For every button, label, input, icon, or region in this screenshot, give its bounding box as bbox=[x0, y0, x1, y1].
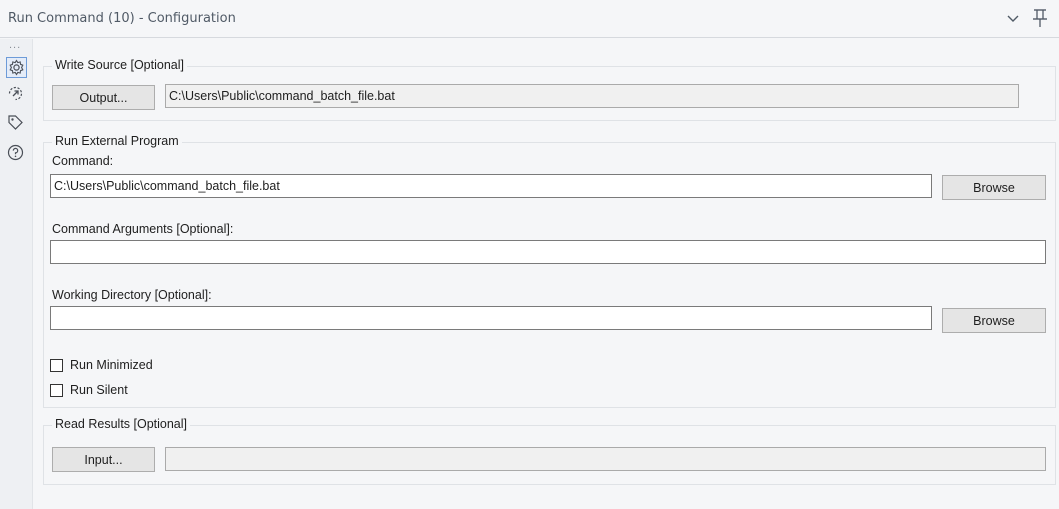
chevron-down-icon[interactable] bbox=[1006, 12, 1020, 26]
help-icon[interactable] bbox=[6, 143, 27, 164]
command-arguments-field[interactable] bbox=[50, 240, 1046, 264]
panel-header: Run Command (10) - Configuration bbox=[0, 0, 1059, 38]
command-label: Command: bbox=[52, 154, 114, 168]
gear-icon[interactable] bbox=[6, 57, 27, 78]
connection-arrow-icon[interactable] bbox=[6, 84, 27, 105]
run-minimized-label: Run Minimized bbox=[70, 358, 153, 372]
panel-title: Run Command (10) - Configuration bbox=[8, 11, 236, 26]
read-results-path-field[interactable] bbox=[165, 447, 1046, 471]
working-directory-field[interactable] bbox=[50, 306, 932, 330]
run-minimized-row[interactable]: Run Minimized bbox=[50, 357, 153, 373]
working-directory-label: Working Directory [Optional]: bbox=[52, 288, 212, 302]
more-dots-icon[interactable]: ... bbox=[9, 39, 21, 51]
working-directory-browse-button[interactable]: Browse bbox=[942, 308, 1046, 333]
config-sidebar: ... bbox=[0, 39, 33, 509]
run-silent-row[interactable]: Run Silent bbox=[50, 382, 128, 398]
write-source-path-field[interactable]: C:\Users\Public\command_batch_file.bat bbox=[165, 84, 1019, 108]
write-source-legend: Write Source [Optional] bbox=[52, 58, 187, 72]
pin-icon[interactable] bbox=[1032, 8, 1048, 28]
run-external-program-legend: Run External Program bbox=[52, 134, 182, 148]
input-button[interactable]: Input... bbox=[52, 447, 155, 472]
run-silent-label: Run Silent bbox=[70, 383, 128, 397]
command-arguments-label: Command Arguments [Optional]: bbox=[52, 222, 234, 236]
run-silent-checkbox[interactable] bbox=[50, 383, 63, 397]
command-browse-button[interactable]: Browse bbox=[942, 175, 1046, 200]
output-button[interactable]: Output... bbox=[52, 85, 155, 110]
read-results-legend: Read Results [Optional] bbox=[52, 417, 191, 431]
run-minimized-checkbox[interactable] bbox=[50, 358, 63, 372]
command-field[interactable]: C:\Users\Public\command_batch_file.bat bbox=[50, 174, 932, 198]
tag-icon[interactable] bbox=[6, 113, 27, 134]
